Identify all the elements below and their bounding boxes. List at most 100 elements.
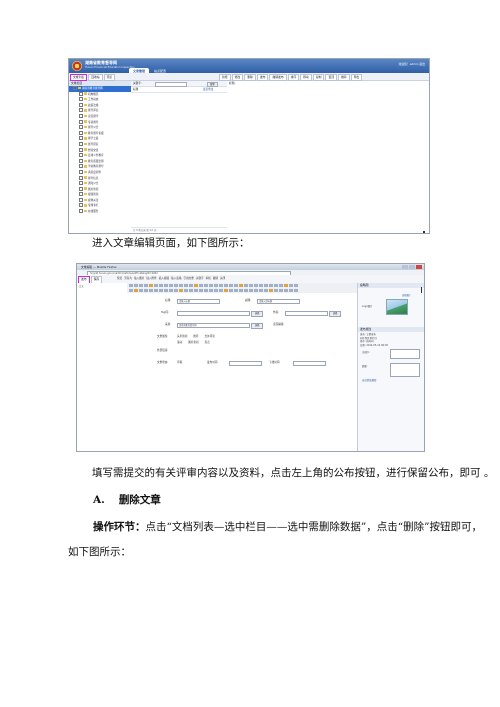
format-tool-icon[interactable] xyxy=(294,288,298,293)
format-tool-icon[interactable] xyxy=(289,288,293,293)
expand-icon[interactable] xyxy=(79,181,83,186)
expand-icon[interactable] xyxy=(79,169,83,174)
format-tool-icon[interactable] xyxy=(279,283,283,288)
toolbar-action-button[interactable]: 推荐 xyxy=(338,74,350,81)
expand-icon[interactable] xyxy=(79,192,83,197)
ribbon-action-button[interactable]: 关键字 xyxy=(196,276,204,282)
summary-input[interactable] xyxy=(390,363,420,377)
expand-icon[interactable] xyxy=(79,153,83,158)
attribute-checkbox[interactable]: 焦点 xyxy=(205,341,210,344)
expand-icon[interactable] xyxy=(79,130,83,135)
tag-select-button[interactable]: 选择 xyxy=(251,311,264,317)
format-tool-icon[interactable] xyxy=(269,288,273,293)
format-tool-icon[interactable] xyxy=(179,283,183,288)
expand-icon[interactable] xyxy=(79,203,83,208)
format-tool-icon[interactable] xyxy=(169,283,173,288)
expand-icon[interactable] xyxy=(73,86,77,90)
format-tool-icon[interactable] xyxy=(184,283,188,288)
format-tool-icon[interactable] xyxy=(159,288,163,293)
format-tool-icon[interactable] xyxy=(204,288,208,293)
expand-icon[interactable] xyxy=(79,125,83,130)
preview-button[interactable]: 预览 xyxy=(103,74,116,81)
format-tool-icon[interactable] xyxy=(189,288,193,293)
author-select-button[interactable]: 选择 xyxy=(329,311,342,317)
expand-icon[interactable] xyxy=(79,91,83,96)
expand-icon[interactable] xyxy=(79,113,83,118)
format-tool-icon[interactable] xyxy=(164,288,168,293)
format-tool-icon[interactable] xyxy=(244,288,248,293)
format-tool-icon[interactable] xyxy=(194,288,198,293)
format-tool-icon[interactable] xyxy=(264,288,268,293)
toolbar-action-button[interactable]: 置顶 xyxy=(325,74,338,81)
format-tool-icon[interactable] xyxy=(189,283,193,288)
thumbnail-image[interactable] xyxy=(386,299,408,315)
title-column-header[interactable]: 标题 xyxy=(133,88,138,91)
maximize-icon[interactable] xyxy=(409,265,415,269)
format-tool-icon[interactable] xyxy=(204,283,208,288)
toolbar-action-button[interactable]: 新增 xyxy=(219,74,231,81)
article-list-button[interactable]: 文章列表 xyxy=(70,74,88,81)
choose-image-link[interactable]: 选择图片 xyxy=(402,293,411,297)
attribute-checkbox[interactable]: 图片新闻 xyxy=(188,341,198,344)
format-tool-icon[interactable] xyxy=(259,288,263,293)
format-tool-icon[interactable] xyxy=(159,283,163,288)
toolbar-action-button[interactable]: 修改 xyxy=(231,74,244,81)
expand-icon[interactable] xyxy=(79,136,83,141)
close-icon[interactable] xyxy=(416,265,422,269)
format-tool-icon[interactable] xyxy=(219,288,223,293)
format-tool-icon[interactable] xyxy=(149,283,153,288)
toolbar-action-button[interactable]: 导出 xyxy=(350,74,363,81)
format-tool-icon[interactable] xyxy=(144,288,148,293)
expand-icon[interactable] xyxy=(79,158,83,163)
format-tool-icon[interactable] xyxy=(139,288,143,293)
format-tool-icon[interactable] xyxy=(149,288,153,293)
attribute-checkbox[interactable]: 头条新闻 xyxy=(177,335,187,338)
format-tool-icon[interactable] xyxy=(234,288,238,293)
tag-input[interactable] xyxy=(177,311,250,317)
format-tool-icon[interactable] xyxy=(184,288,188,293)
format-tool-icon[interactable] xyxy=(214,283,218,288)
attribute-checkbox[interactable]: 推荐 xyxy=(193,335,198,338)
format-tool-icon[interactable] xyxy=(209,283,213,288)
format-tool-icon[interactable] xyxy=(229,283,233,288)
attribute-checkbox[interactable]: 滚动 xyxy=(177,341,182,344)
publish-attribute-item[interactable]: 日期: 2014-05-12 09:36 xyxy=(358,344,424,348)
format-tool-icon[interactable] xyxy=(284,288,288,293)
format-tool-icon[interactable] xyxy=(154,283,158,288)
format-tool-icon[interactable] xyxy=(179,288,183,293)
format-tool-icon[interactable] xyxy=(249,283,253,288)
format-tool-icon[interactable] xyxy=(254,288,258,293)
ribbon-action-button[interactable]: 撤销 xyxy=(213,276,218,282)
status-value[interactable]: 草稿 xyxy=(177,361,182,365)
ribbon-action-button[interactable]: 插入表格 xyxy=(171,276,181,282)
expand-icon[interactable] xyxy=(79,97,83,102)
format-tool-icon[interactable] xyxy=(294,283,298,288)
format-tool-icon[interactable] xyxy=(254,283,258,288)
format-tool-icon[interactable] xyxy=(194,283,198,288)
format-tool-icon[interactable] xyxy=(224,288,228,293)
source-select-button[interactable]: 选择 xyxy=(251,323,264,329)
ribbon-action-button[interactable]: 插入视频 xyxy=(159,276,169,282)
catalog-tree-item[interactable]: 在线服务 xyxy=(69,209,131,215)
expand-icon[interactable] xyxy=(79,141,83,146)
expand-icon[interactable] xyxy=(79,186,83,191)
format-tool-icon[interactable] xyxy=(199,283,203,288)
format-tool-icon[interactable] xyxy=(174,288,178,293)
format-tool-icon[interactable] xyxy=(134,288,138,293)
expand-icon[interactable] xyxy=(79,102,83,107)
format-tool-icon[interactable] xyxy=(284,283,288,288)
expire-time-input[interactable] xyxy=(293,361,326,367)
format-tool-icon[interactable] xyxy=(224,283,228,288)
format-tool-icon[interactable] xyxy=(229,288,233,293)
ribbon-action-button[interactable]: 另存为 xyxy=(124,276,132,282)
format-tool-icon[interactable] xyxy=(219,283,223,288)
format-tool-icon[interactable] xyxy=(279,288,283,293)
source-input[interactable]: 湖南省教育督导网 xyxy=(177,323,250,329)
attribute-checkbox[interactable]: 允许评论 xyxy=(205,335,215,338)
format-tool-icon[interactable] xyxy=(144,283,148,288)
ribbon-action-button[interactable]: 预览 xyxy=(117,276,122,282)
format-tool-icon[interactable] xyxy=(154,288,158,293)
format-tool-icon[interactable] xyxy=(274,283,278,288)
format-tool-icon[interactable] xyxy=(244,283,248,288)
ribbon-action-button[interactable]: 审核 xyxy=(206,276,211,282)
